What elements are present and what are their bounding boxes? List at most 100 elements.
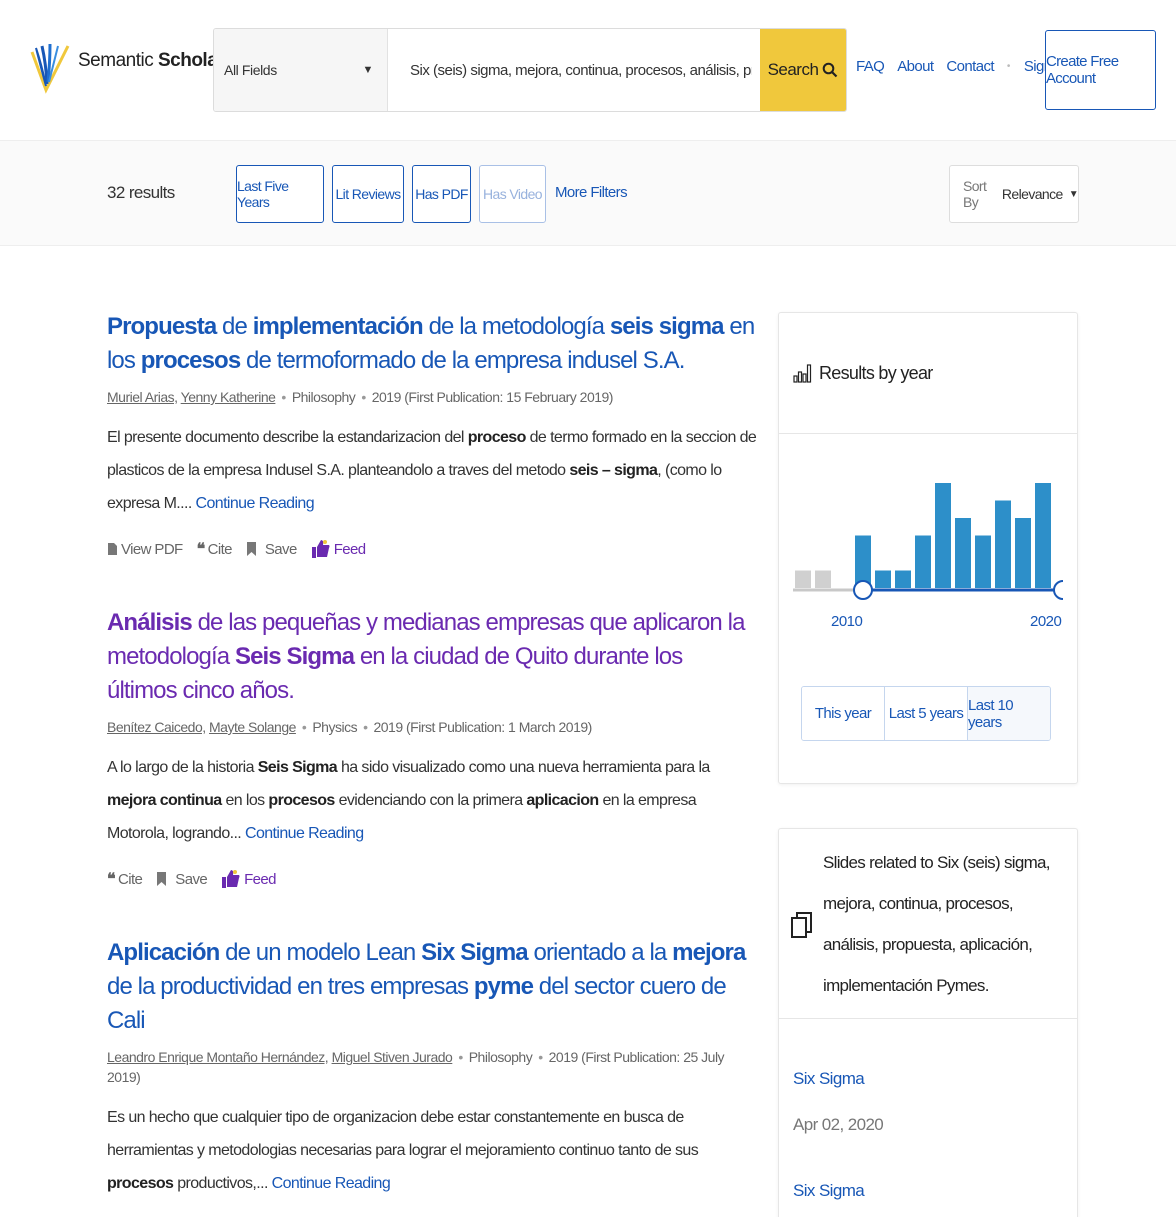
bar-chart-icon xyxy=(793,364,812,383)
results-list: Propuesta de implementación de la metodo… xyxy=(107,310,757,1200)
author-link[interactable]: Muriel Arias, xyxy=(107,389,178,405)
paper-result: Análisis de las pequeñas y medianas empr… xyxy=(107,606,757,892)
related-slides-card: Slides related to Six (seis) sigma, mejo… xyxy=(778,828,1078,1217)
slides-icon xyxy=(791,911,812,938)
search-bar: All Fields ▼ Search xyxy=(213,28,847,112)
filter-last-five-years[interactable]: Last Five Years xyxy=(236,165,324,223)
nav-faq[interactable]: FAQ xyxy=(856,58,885,75)
paper-field: Philosophy xyxy=(291,389,356,405)
paper-abstract: Es un hecho que cualquier tipo de organi… xyxy=(107,1109,699,1192)
feed-button[interactable]: Feed xyxy=(311,539,366,559)
pdf-file-icon xyxy=(108,543,117,555)
semantic-scholar-logo-icon xyxy=(30,43,70,94)
search-button[interactable]: Search xyxy=(760,29,846,111)
paper-date: 2019 (First Publication: 1 March 2019) xyxy=(373,719,592,735)
field-select[interactable]: All Fields ▼ xyxy=(214,29,388,111)
range-end-handle[interactable] xyxy=(1053,580,1063,600)
bookmark-icon xyxy=(246,542,256,556)
paper-abstract: A lo largo de la historia Seis Sigma ha … xyxy=(107,759,710,842)
slide-title[interactable]: Six Sigma xyxy=(793,1181,1077,1201)
logo[interactable]: Semantic Scholar xyxy=(28,30,225,110)
filter-has-pdf[interactable]: Has PDF xyxy=(412,165,471,223)
slide-title[interactable]: Six Sigma xyxy=(793,1069,1077,1089)
results-by-year-card: Results by year 2010 2020 This year Last… xyxy=(778,312,1078,784)
year-bar-2012[interactable] xyxy=(895,570,911,589)
thumbs-up-icon xyxy=(311,540,330,558)
save-button[interactable]: Save xyxy=(246,541,297,558)
range-this-year-button[interactable]: This year xyxy=(802,687,885,740)
related-slides-heading: Slides related to Six (seis) sigma, mejo… xyxy=(823,852,1051,995)
paper-title[interactable]: Aplicación de un modelo Lean Six Sigma o… xyxy=(107,936,757,1038)
caret-down-icon: ▼ xyxy=(1068,188,1079,200)
range-end-label: 2020 xyxy=(1030,613,1062,630)
paper-abstract: El presente documento describe la estand… xyxy=(107,429,757,512)
cite-button[interactable]: ❝ Cite xyxy=(196,539,233,559)
year-bar-2008[interactable] xyxy=(815,570,831,589)
year-bar-2018[interactable] xyxy=(1015,518,1031,588)
feed-button[interactable]: Feed xyxy=(221,869,276,889)
search-button-label: Search xyxy=(767,60,819,79)
cite-button[interactable]: ❝ Cite xyxy=(107,869,143,889)
paper-actions: View PDF ❝ Cite Save Feed xyxy=(107,536,757,562)
nav-about[interactable]: About xyxy=(897,58,934,75)
sort-value: Relevance xyxy=(1001,186,1063,202)
sort-select[interactable]: Sort By Relevance ▼ xyxy=(949,165,1079,223)
filter-has-video[interactable]: Has Video xyxy=(479,165,546,223)
paper-result: Aplicación de un modelo Lean Six Sigma o… xyxy=(107,936,757,1200)
year-bar-2007[interactable] xyxy=(795,570,811,589)
create-account-button[interactable]: Create Free Account xyxy=(1045,30,1156,110)
range-start-label: 2010 xyxy=(831,613,863,630)
slide-date: Apr 02, 2020 xyxy=(793,1115,884,1134)
nav-separator: • xyxy=(1006,61,1010,72)
more-filters-link[interactable]: More Filters xyxy=(555,184,628,201)
paper-field: Physics xyxy=(312,719,358,735)
logo-text: Semantic Scholar xyxy=(78,50,225,71)
year-bar-2019[interactable] xyxy=(1035,483,1051,588)
continue-reading-link[interactable]: Continue Reading xyxy=(245,825,364,842)
range-start-handle[interactable] xyxy=(853,580,873,600)
site-header: Semantic Scholar All Fields ▼ Search FAQ… xyxy=(0,0,1176,140)
year-bar-2015[interactable] xyxy=(955,518,971,588)
results-by-year-header: Results by year xyxy=(779,313,1077,434)
year-bar-2013[interactable] xyxy=(915,535,931,589)
paper-meta: Muriel Arias, Yenny Katherine • Philosophy… xyxy=(107,389,613,405)
nav-contact[interactable]: Contact xyxy=(946,58,994,75)
paper-field: Philosophy xyxy=(468,1049,533,1065)
paper-actions: ❝ Cite Save Feed xyxy=(107,866,757,892)
quote-icon: ❝ xyxy=(107,871,116,888)
sort-label: Sort By xyxy=(963,178,987,210)
bookmark-icon xyxy=(157,872,167,886)
related-slides-header: Slides related to Six (seis) sigma, mejo… xyxy=(779,829,1077,1019)
author-link[interactable]: Yenny Katherine xyxy=(181,389,276,405)
view-pdf-button[interactable]: View PDF xyxy=(107,541,183,558)
filter-lit-reviews[interactable]: Lit Reviews xyxy=(332,165,404,223)
author-link[interactable]: Leandro Enrique Montaño Hernández, xyxy=(107,1049,329,1065)
year-bar-2017[interactable] xyxy=(995,500,1011,589)
slide-item[interactable]: Six Sigma Apr 02, 2020 xyxy=(779,1069,1077,1135)
year-bar-2014[interactable] xyxy=(935,483,951,588)
continue-reading-link[interactable]: Continue Reading xyxy=(196,495,315,512)
author-link[interactable]: Mayte Solange xyxy=(209,719,296,735)
paper-meta: Benítez Caicedo, Mayte Solange • Physics • 2… xyxy=(107,719,592,735)
author-link[interactable]: Benítez Caicedo, xyxy=(107,719,206,735)
results-by-year-title: Results by year xyxy=(819,362,933,383)
range-last-5-years-button[interactable]: Last 5 years xyxy=(885,687,968,740)
thumbs-up-icon xyxy=(222,870,240,888)
filter-bar: 32 results Last Five Years Lit Reviews H… xyxy=(0,140,1176,246)
save-button[interactable]: Save xyxy=(156,871,208,888)
author-link[interactable]: Miguel Stiven Jurado xyxy=(332,1049,453,1065)
caret-down-icon: ▼ xyxy=(362,64,374,76)
search-icon xyxy=(823,62,838,78)
field-select-value: All Fields xyxy=(224,62,277,78)
slide-item[interactable]: Six Sigma xyxy=(779,1181,1077,1201)
paper-title[interactable]: Propuesta de implementación de la metodo… xyxy=(107,310,757,378)
paper-meta: Leandro Enrique Montaño Hernández, Migue… xyxy=(107,1049,725,1085)
continue-reading-link[interactable]: Continue Reading xyxy=(272,1175,391,1192)
paper-title[interactable]: Análisis de las pequeñas y medianas empr… xyxy=(107,606,757,708)
year-range-buttons: This year Last 5 years Last 10 years xyxy=(801,686,1051,741)
year-bar-2016[interactable] xyxy=(975,535,991,589)
quote-icon: ❝ xyxy=(196,541,206,558)
year-bar-2011[interactable] xyxy=(875,570,891,589)
range-last-10-years-button[interactable]: Last 10 years xyxy=(968,687,1050,740)
search-input[interactable] xyxy=(388,29,760,111)
